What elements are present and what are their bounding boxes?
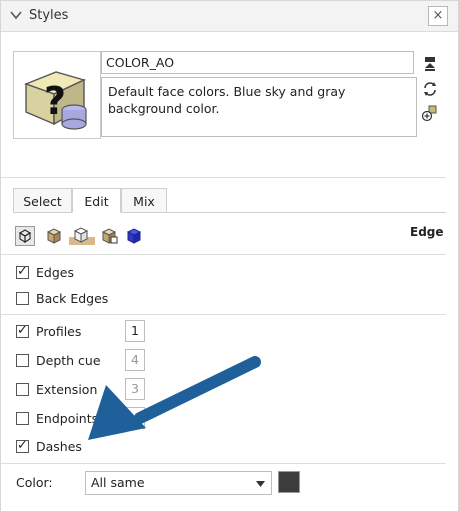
watermark-settings-icon[interactable]	[100, 227, 118, 245]
panel-title: Styles	[29, 8, 69, 23]
dashes-label: Dashes	[36, 439, 82, 454]
edges-checkbox[interactable]: ✓	[16, 264, 29, 279]
chevron-down-icon[interactable]	[9, 8, 23, 22]
divider	[1, 177, 446, 178]
style-description-field[interactable]: Default face colors. Blue sky and gray b…	[101, 77, 417, 137]
profiles-width-input[interactable]: 1	[125, 320, 145, 342]
color-mode-value: All same	[91, 475, 145, 490]
modeling-settings-icon[interactable]	[125, 227, 143, 245]
extension-label: Extension	[36, 382, 98, 397]
color-label: Color:	[16, 475, 53, 490]
extension-input[interactable]: 3	[125, 378, 145, 400]
tab-mix[interactable]: Mix	[121, 188, 167, 213]
refresh-icon[interactable]	[421, 80, 439, 98]
tab-edit[interactable]: Edit	[72, 188, 121, 213]
endpoints-input[interactable]	[125, 407, 145, 429]
styles-panel: Styles × ? COLOR_AO Default face colors.…	[0, 0, 459, 512]
create-style-icon[interactable]	[421, 104, 439, 122]
profiles-label: Profiles	[36, 324, 82, 339]
divider	[1, 314, 446, 315]
back-edges-label: Back Edges	[36, 291, 109, 306]
edges-label: Edges	[36, 265, 74, 280]
depth-cue-input[interactable]: 4	[125, 349, 145, 371]
background-settings-icon[interactable]	[69, 227, 95, 245]
tab-select[interactable]: Select	[13, 188, 72, 213]
depth-cue-checkbox[interactable]	[16, 354, 29, 367]
color-swatch[interactable]	[278, 471, 300, 493]
svg-text:?: ?	[44, 79, 66, 123]
scrollbar[interactable]	[446, 32, 458, 511]
divider	[1, 463, 446, 464]
close-icon: ×	[432, 8, 444, 23]
profiles-checkbox[interactable]: ✓	[16, 323, 29, 338]
back-edges-checkbox[interactable]	[16, 292, 29, 305]
endpoints-checkbox[interactable]	[16, 412, 29, 425]
update-style-icon[interactable]	[421, 55, 439, 73]
chevron-down-icon	[256, 481, 265, 487]
section-label: Edge	[410, 225, 444, 239]
depth-cue-label: Depth cue	[36, 353, 101, 368]
check-icon: ✓	[17, 323, 28, 338]
endpoints-label: Endpoints	[36, 411, 99, 426]
face-settings-icon[interactable]	[45, 227, 63, 245]
extension-checkbox[interactable]	[16, 383, 29, 396]
check-icon: ✓	[17, 264, 28, 279]
close-button[interactable]: ×	[428, 6, 448, 26]
divider	[1, 254, 446, 255]
color-mode-select[interactable]: All same	[85, 471, 272, 495]
edge-settings-icon[interactable]	[15, 226, 35, 246]
check-icon: ✓	[17, 438, 28, 453]
style-thumbnail: ?	[13, 51, 101, 139]
unknown-style-icon: ?	[24, 71, 87, 130]
style-name-input[interactable]: COLOR_AO	[101, 51, 414, 74]
dashes-checkbox[interactable]: ✓	[16, 438, 29, 453]
panel-header[interactable]: Styles ×	[1, 1, 458, 32]
